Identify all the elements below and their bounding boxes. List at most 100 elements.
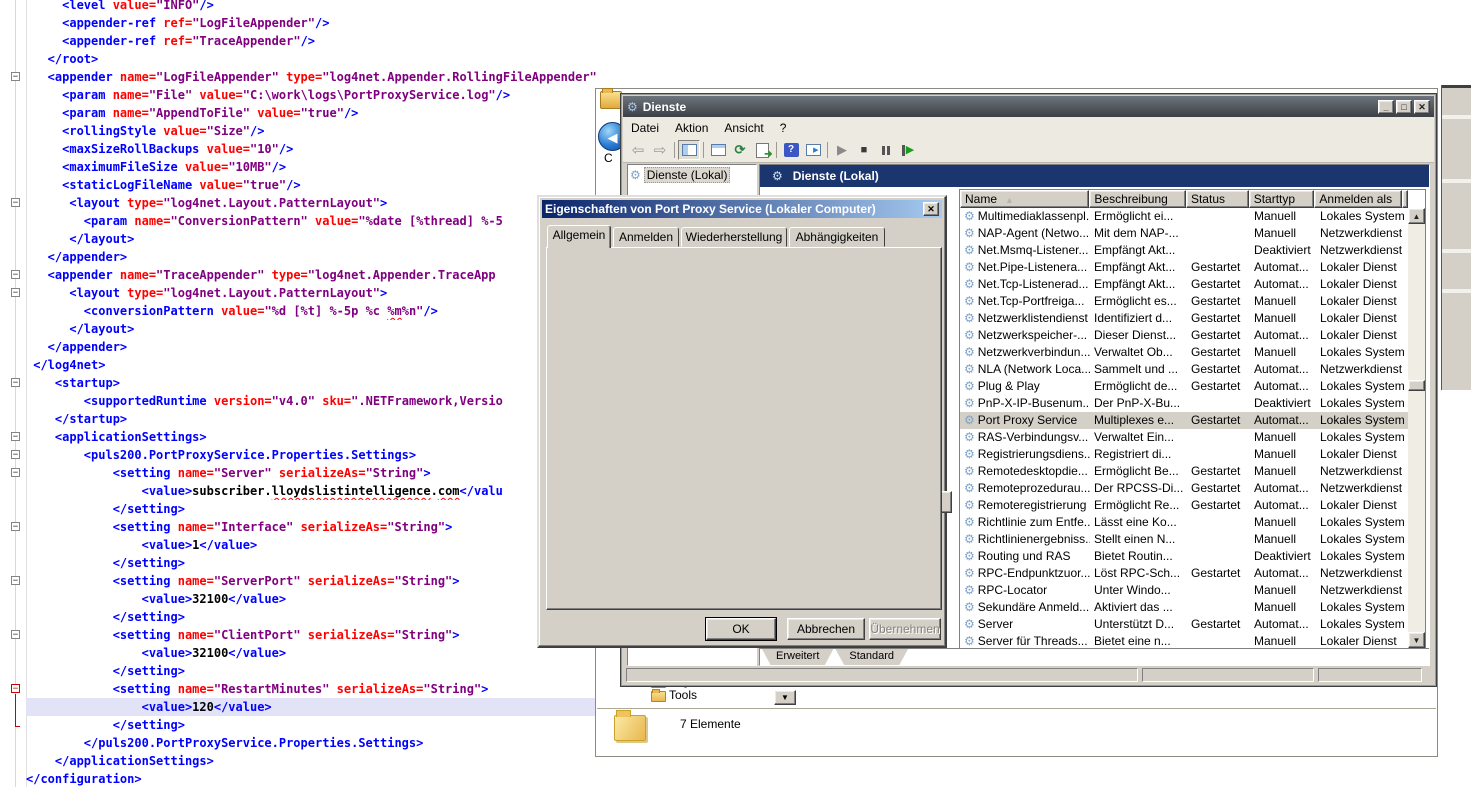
minimize-button[interactable]: _ <box>1378 100 1394 114</box>
column-header-beschreibung[interactable]: Beschreibung <box>1089 190 1186 208</box>
menu-aktion[interactable]: Aktion <box>667 119 716 137</box>
code-line: <layout type="log4net.Layout.PatternLayo… <box>26 194 596 212</box>
fold-marker[interactable]: − <box>11 198 20 207</box>
window-titlebar[interactable]: ⚙ Dienste _ □ ✕ <box>623 96 1434 117</box>
tab-standard[interactable]: Standard <box>835 649 908 665</box>
service-row[interactable]: ⚙Net.Msmq-Listener...Empfängt Akt...Deak… <box>960 242 1408 259</box>
service-row[interactable]: ⚙Netzwerkverbindun...Verwaltet Ob...Gest… <box>960 344 1408 361</box>
refresh-icon[interactable]: ⟳ <box>729 140 751 160</box>
service-cell: ⚙PnP-X-IP-Busenum... <box>960 395 1090 412</box>
ok-button[interactable]: OK <box>706 618 776 640</box>
maximize-button[interactable]: □ <box>1396 100 1412 114</box>
service-cell: Automat... <box>1250 276 1316 293</box>
service-row[interactable]: ⚙NAP-Agent (Netwo...Mit dem NAP-...Manue… <box>960 225 1408 242</box>
service-row[interactable]: ⚙ServerUnterstützt D...GestartetAutomat.… <box>960 616 1408 633</box>
restart-service-icon[interactable]: ▶ <box>897 140 919 160</box>
service-cell: Gestartet <box>1187 463 1250 480</box>
tab-anmelden[interactable]: Anmelden <box>613 227 679 247</box>
service-gear-icon: ⚙ <box>964 243 975 257</box>
service-row[interactable]: ⚙Server für Threads...Bietet eine n...Ma… <box>960 633 1408 649</box>
tab-abhaengigkeiten[interactable]: Abhängigkeiten <box>789 227 885 247</box>
code-lines: <level value="INFO"/> <appender-ref ref=… <box>26 0 596 788</box>
service-row[interactable]: ⚙Multimediaklassenpl...Ermöglicht ei...M… <box>960 208 1408 225</box>
service-row[interactable]: ⚙PnP-X-IP-Busenum...Der PnP-X-Bu...Deakt… <box>960 395 1408 412</box>
service-row[interactable]: ⚙Richtlinie zum Entfe...Lässt eine Ko...… <box>960 514 1408 531</box>
forward-icon[interactable]: ⇨ <box>649 140 671 160</box>
service-row[interactable]: ⚙Sekundäre Anmeld...Aktiviert das ...Man… <box>960 599 1408 616</box>
column-header-anmelden-als[interactable]: Anmelden als <box>1314 190 1402 208</box>
extended-view-icon[interactable]: ▶ <box>802 140 824 160</box>
service-row[interactable]: ⚙Port Proxy ServiceMultiplexes e...Gesta… <box>960 412 1408 429</box>
service-row[interactable]: ⚙Netzwerkspeicher-...Dieser Dienst...Ges… <box>960 327 1408 344</box>
service-row[interactable]: ⚙NetzwerklistendienstIdentifiziert d...G… <box>960 310 1408 327</box>
fold-marker[interactable]: − <box>11 630 20 639</box>
fold-marker[interactable]: − <box>11 270 20 279</box>
fold-marker[interactable]: − <box>11 684 20 693</box>
fold-marker[interactable]: − <box>11 288 20 297</box>
start-service-icon[interactable]: ▶ <box>831 140 853 160</box>
service-row[interactable]: ⚙RPC-Endpunktzuor...Löst RPC-Sch...Gesta… <box>960 565 1408 582</box>
fold-marker[interactable]: − <box>11 522 20 531</box>
scrollbar-thumb[interactable] <box>1408 380 1425 391</box>
service-cell <box>1187 225 1250 242</box>
service-cell: ⚙Registrierungsdiens... <box>960 446 1090 463</box>
menu-datei[interactable]: Datei <box>623 119 667 137</box>
tab-allgemein[interactable]: Allgemein <box>547 225 611 248</box>
code-line: <staticLogFileName value="true"/> <box>26 176 596 194</box>
service-row[interactable]: ⚙Routing und RASBietet Routin...Deaktivi… <box>960 548 1408 565</box>
service-cell: ⚙Routing und RAS <box>960 548 1090 565</box>
service-cell: ⚙Richtlinie zum Entfe... <box>960 514 1090 531</box>
fold-marker[interactable]: − <box>11 576 20 585</box>
fold-marker[interactable]: − <box>11 468 20 477</box>
service-row[interactable]: ⚙Richtlinienergebniss...Stellt einen N..… <box>960 531 1408 548</box>
scroll-down-icon[interactable]: ▼ <box>1408 632 1425 648</box>
column-header-status[interactable]: Status <box>1186 190 1249 208</box>
help-icon[interactable]: ? <box>780 140 802 160</box>
service-cell: ⚙NAP-Agent (Netwo... <box>960 225 1090 242</box>
menu-ansicht[interactable]: Ansicht <box>716 119 771 137</box>
export-list-icon[interactable]: ➜ <box>751 140 773 160</box>
cancel-button[interactable]: Abbrechen <box>787 618 865 640</box>
services-app-icon: ⚙ <box>627 100 638 114</box>
apply-button[interactable]: Übernehmen <box>869 618 941 640</box>
service-cell: Lässt eine Ko... <box>1090 514 1187 531</box>
back-icon[interactable]: ⇦ <box>627 140 649 160</box>
service-row[interactable]: ⚙Remoteprozedurau...Der RPCSS-Di...Gesta… <box>960 480 1408 497</box>
folder-item[interactable]: Tools <box>669 688 697 702</box>
tab-erweitert[interactable]: Erweitert <box>762 649 833 665</box>
fold-marker[interactable]: − <box>11 450 20 459</box>
service-cell: Lokaler Dienst <box>1316 259 1404 276</box>
stop-service-icon[interactable]: ■ <box>853 140 875 160</box>
pause-service-icon[interactable] <box>875 140 897 160</box>
service-row[interactable]: ⚙Net.Pipe-Listenera...Empfängt Akt...Ges… <box>960 259 1408 276</box>
code-line: </startup> <box>26 410 596 428</box>
service-row[interactable]: ⚙RemoteregistrierungErmöglicht Re...Gest… <box>960 497 1408 514</box>
dropdown-button[interactable]: ▼ <box>774 690 796 705</box>
column-header-name[interactable]: Name▲ <box>960 190 1089 208</box>
close-button[interactable]: ✕ <box>1414 100 1430 114</box>
tab-wiederherstellung[interactable]: Wiederherstellung <box>681 227 787 247</box>
service-row[interactable]: ⚙RPC-LocatorUnter Windo...ManuellNetzwer… <box>960 582 1408 599</box>
service-row[interactable]: ⚙Net.Tcp-Listenerad...Empfängt Akt...Ges… <box>960 276 1408 293</box>
fold-marker[interactable]: − <box>11 378 20 387</box>
list-scrollbar[interactable]: ▲ ▼ <box>1408 208 1425 648</box>
dialog-titlebar[interactable]: Eigenschaften von Port Proxy Service (Lo… <box>542 200 942 218</box>
service-row[interactable]: ⚙Registrierungsdiens...Registriert di...… <box>960 446 1408 463</box>
service-row[interactable]: ⚙NLA (Network Loca...Sammelt und ...Gest… <box>960 361 1408 378</box>
service-row[interactable]: ⚙Remotedesktopdie...Ermöglicht Be...Gest… <box>960 463 1408 480</box>
service-row[interactable]: ⚙Net.Tcp-Portfreiga...Ermöglicht es...Ge… <box>960 293 1408 310</box>
code-line: <appender name="LogFileAppender" type="l… <box>26 68 596 86</box>
service-row[interactable]: ⚙Plug & PlayErmöglicht de...GestartetAut… <box>960 378 1408 395</box>
show-console-tree-icon[interactable] <box>678 140 700 160</box>
menu-help[interactable]: ? <box>772 119 795 137</box>
fold-marker[interactable]: − <box>11 432 20 441</box>
properties-icon[interactable] <box>707 140 729 160</box>
tree-item-dienste-lokal[interactable]: ⚙ Dienste (Lokal) <box>628 165 756 185</box>
service-row[interactable]: ⚙RAS-Verbindungsv...Verwaltet Ein...Manu… <box>960 429 1408 446</box>
service-cell: Gestartet <box>1187 327 1250 344</box>
scroll-up-icon[interactable]: ▲ <box>1408 208 1425 224</box>
service-cell: Manuell <box>1250 531 1316 548</box>
fold-marker[interactable]: − <box>11 72 20 81</box>
close-icon[interactable]: ✕ <box>923 202 939 216</box>
column-header-starttyp[interactable]: Starttyp <box>1249 190 1315 208</box>
